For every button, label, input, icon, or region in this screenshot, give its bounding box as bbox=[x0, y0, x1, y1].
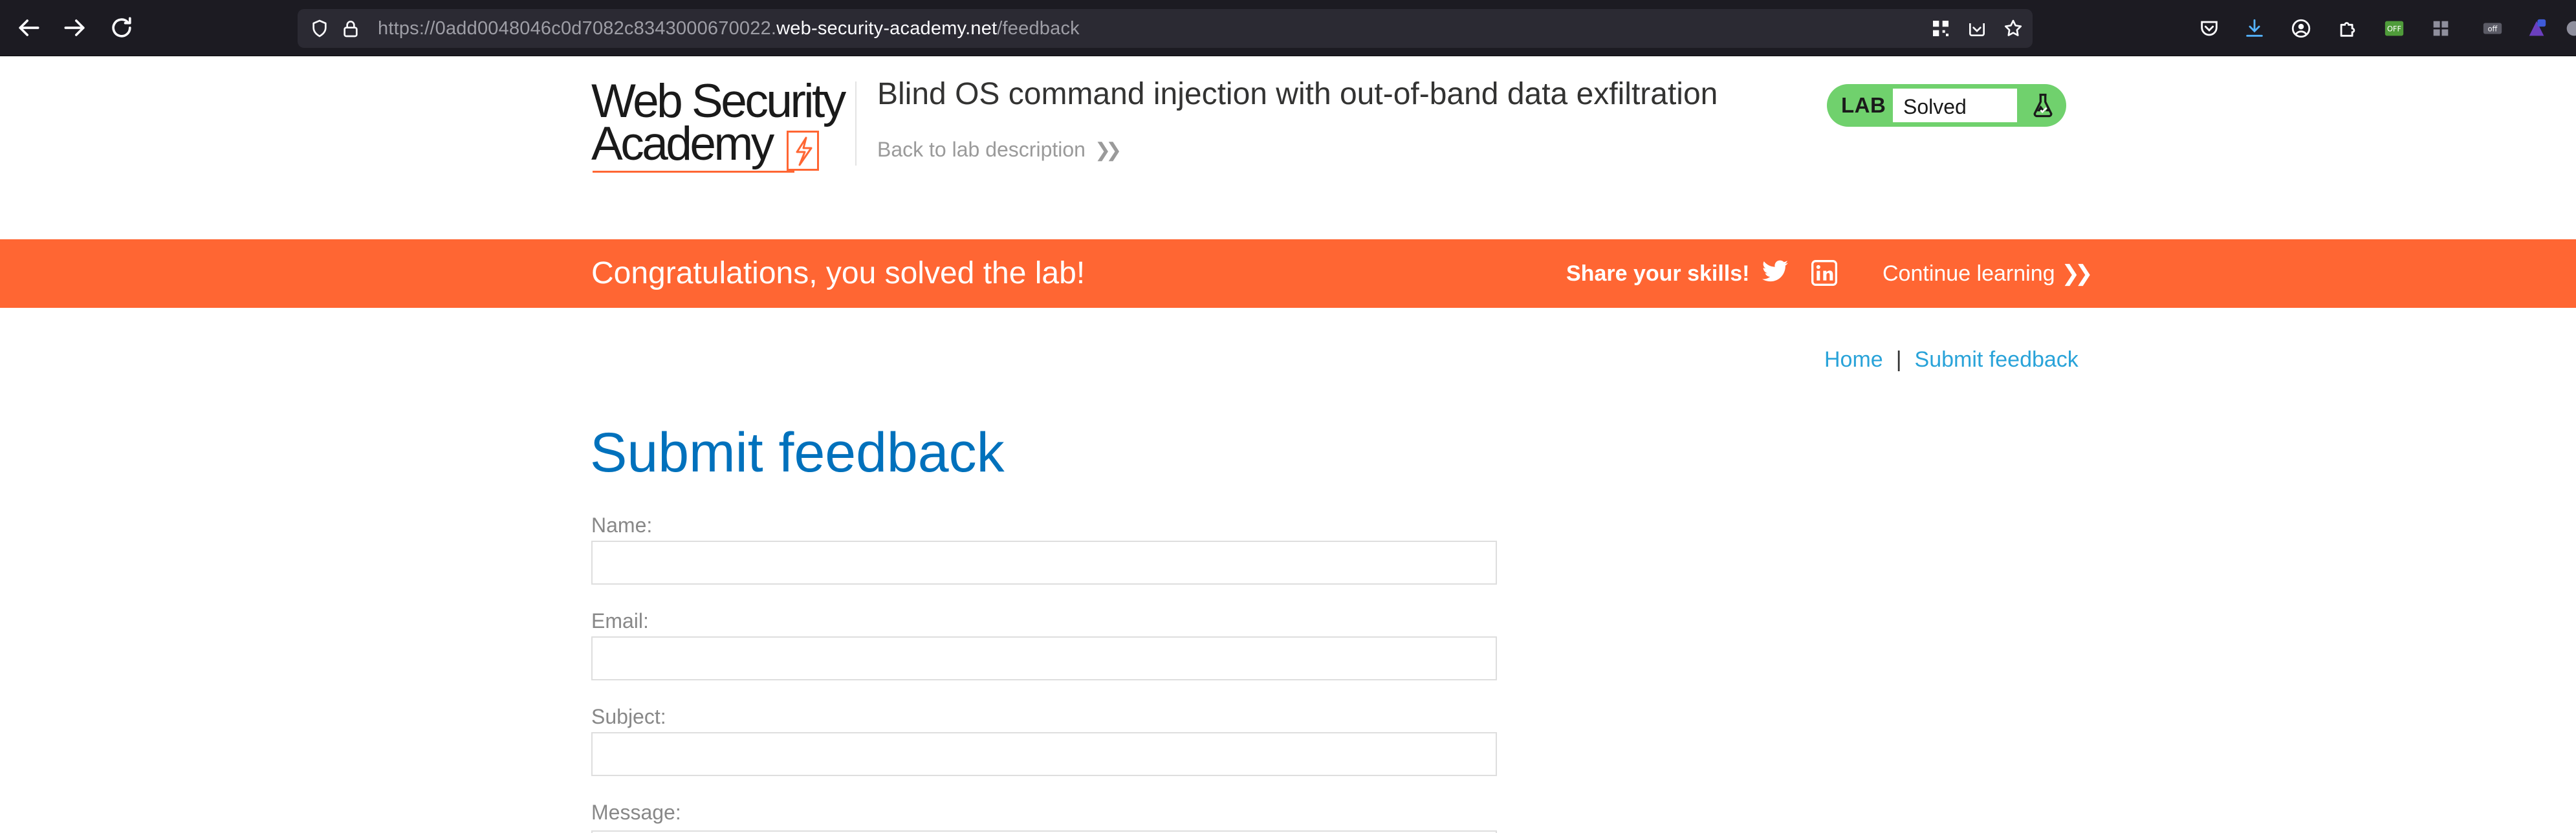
logo-line-2: Academy bbox=[591, 118, 774, 170]
account-icon[interactable] bbox=[2290, 17, 2312, 39]
message-label: Message: bbox=[591, 801, 681, 824]
web-security-academy-logo[interactable]: Web Security Academy bbox=[591, 75, 850, 177]
logo-line-1: Web Security bbox=[591, 75, 846, 127]
lab-status-badge: LAB Solved bbox=[1827, 84, 2066, 127]
address-bar[interactable]: https://0add0048046c0d7082c8343000670022… bbox=[298, 9, 2033, 48]
lab-title: Blind OS command injection with out-of-b… bbox=[877, 77, 1718, 111]
pocket-icon[interactable] bbox=[2198, 17, 2220, 39]
back-link-label: Back to lab description bbox=[877, 138, 1086, 161]
subject-field[interactable] bbox=[591, 732, 1497, 776]
reload-icon[interactable] bbox=[107, 14, 136, 42]
linkedin-icon[interactable] bbox=[1811, 260, 1837, 286]
off-toggle-icon[interactable]: off bbox=[2482, 17, 2504, 39]
share-skills-label: Share your skills! bbox=[1566, 261, 1750, 286]
header-divider bbox=[855, 81, 857, 166]
breadcrumb: Home | Submit feedback bbox=[1824, 347, 2079, 373]
bookmark-star-icon[interactable] bbox=[2003, 18, 2024, 39]
forward-arrow-icon[interactable] bbox=[61, 14, 89, 42]
extensions-puzzle-icon[interactable] bbox=[2337, 17, 2359, 39]
url-text[interactable]: https://0add0048046c0d7082c8343000670022… bbox=[378, 18, 1080, 39]
subject-label: Subject: bbox=[591, 705, 666, 728]
download-icon[interactable] bbox=[2243, 17, 2265, 39]
email-label: Email: bbox=[591, 609, 649, 633]
breadcrumb-separator: | bbox=[1895, 347, 1902, 372]
twitter-icon[interactable] bbox=[1761, 260, 1789, 286]
continue-learning-link[interactable]: Continue learning ❯❯ bbox=[1883, 261, 2093, 287]
message-textarea[interactable] bbox=[591, 830, 1497, 833]
shield-icon[interactable] bbox=[309, 18, 330, 39]
svg-text:off: off bbox=[2488, 24, 2498, 33]
double-chevron-icon: ❯❯ bbox=[1094, 140, 1122, 161]
logo-bolt-icon bbox=[787, 131, 819, 171]
back-to-lab-description-link[interactable]: Back to lab description ❯❯ bbox=[877, 136, 1122, 164]
email-field[interactable] bbox=[591, 636, 1497, 680]
apps-grid-icon[interactable] bbox=[2430, 17, 2452, 39]
lab-status-text: Solved bbox=[1903, 95, 1967, 118]
name-label: Name: bbox=[591, 514, 653, 537]
screenshot-icon[interactable] bbox=[1967, 18, 1987, 39]
overflow-icon[interactable] bbox=[2563, 17, 2576, 39]
burp-extension-icon[interactable]: OFF bbox=[2383, 17, 2405, 39]
name-field[interactable] bbox=[591, 541, 1497, 585]
lock-icon[interactable] bbox=[340, 18, 361, 39]
breadcrumb-submit-feedback-link[interactable]: Submit feedback bbox=[1915, 347, 2079, 372]
continue-learning-label: Continue learning bbox=[1883, 261, 2055, 286]
congratulations-message: Congratulations, you solved the lab! bbox=[591, 256, 1086, 290]
double-chevron-icon: ❯❯ bbox=[2061, 261, 2093, 286]
badge-extension-icon[interactable] bbox=[2526, 17, 2548, 39]
lab-badge-label: LAB bbox=[1841, 93, 1886, 117]
lab-status-box: Solved bbox=[1892, 87, 2018, 124]
solved-banner: Congratulations, you solved the lab! Sha… bbox=[0, 239, 2576, 308]
page-title: Submit feedback bbox=[590, 422, 1005, 484]
logo-underline bbox=[593, 171, 794, 173]
browser-toolbar: https://0add0048046c0d7082c8343000670022… bbox=[0, 0, 2576, 56]
svg-text:OFF: OFF bbox=[2387, 24, 2401, 33]
qr-code-icon[interactable] bbox=[1930, 18, 1951, 39]
back-arrow-icon[interactable] bbox=[14, 14, 43, 42]
breadcrumb-home-link[interactable]: Home bbox=[1824, 347, 1883, 372]
flask-icon bbox=[2033, 93, 2053, 118]
